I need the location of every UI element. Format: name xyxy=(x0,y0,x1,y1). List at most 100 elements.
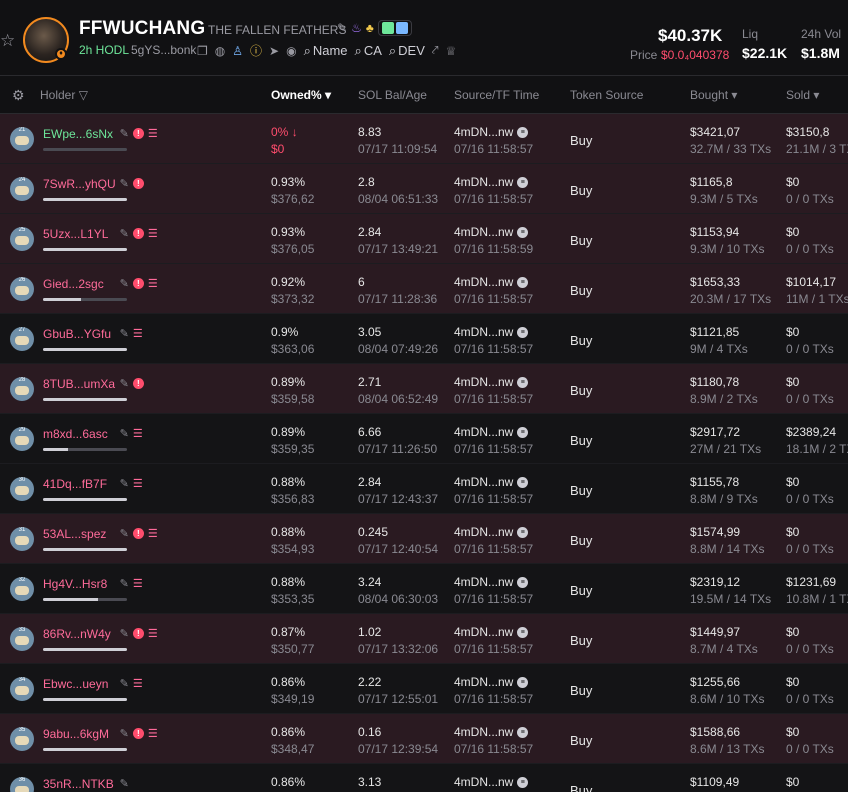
edit-icon[interactable]: ✎ xyxy=(120,477,129,490)
source-wallet[interactable]: 4mDN...nw ≡ xyxy=(454,675,529,689)
edit-icon[interactable]: ✎ xyxy=(120,777,129,790)
column-sold[interactable]: Sold ▾ xyxy=(786,88,819,102)
edit-icon[interactable]: ✎ xyxy=(120,177,129,190)
table-row[interactable]: 30 41Dq...fB7F ✎ ☰ 0.88% $356,83 2.84 07… xyxy=(0,464,848,514)
source-wallet[interactable]: 4mDN...nw ≡ xyxy=(454,125,529,139)
table-row[interactable]: 29 m8xd...6asc ✎ ☰ 0.89% $359,35 6.66 07… xyxy=(0,414,848,464)
sol-balance: 3.24 xyxy=(358,575,382,589)
holding-bar-fill xyxy=(43,298,81,301)
sort-icon: ▾ xyxy=(731,88,738,102)
edit-icon[interactable]: ✎ xyxy=(120,527,129,540)
liquidity-value: $22.1K xyxy=(742,45,788,61)
transfer-time: 07/16 11:58:57 xyxy=(454,742,534,756)
table-row[interactable]: 36 35nR...NTKB ✎ 0.86% 3.13 4mDN...nw ≡ B… xyxy=(0,764,848,792)
share-icon[interactable]: ⤤ xyxy=(432,43,439,58)
owned-usd: $356,83 xyxy=(271,492,315,506)
sol-balance: 3.13 xyxy=(358,775,382,789)
search-ca-link[interactable]: ⌕ CA xyxy=(355,43,382,59)
holder-address[interactable]: 8TUB...umXa xyxy=(43,377,115,391)
edit-icon[interactable]: ✎ xyxy=(120,627,129,640)
layers-icon: ☰ xyxy=(147,728,158,740)
edit-icon[interactable]: ✎ xyxy=(120,127,129,140)
holder-address[interactable]: Ebwc...ueyn xyxy=(43,677,108,691)
holder-address[interactable]: 9abu...6kgM xyxy=(43,727,109,741)
holder-address[interactable]: EWpe...6sNx xyxy=(43,127,113,141)
column-owned[interactable]: Owned% ▾ xyxy=(271,88,331,102)
source-wallet[interactable]: 4mDN...nw ≡ xyxy=(454,775,529,789)
search-dev-link[interactable]: ⌕ DEV xyxy=(389,43,425,59)
edit-icon[interactable]: ✎ xyxy=(120,227,129,240)
transfer-time: 07/16 11:58:57 xyxy=(454,542,534,556)
source-wallet[interactable]: 4mDN...nw ≡ xyxy=(454,425,529,439)
source-wallet[interactable]: 4mDN...nw ≡ xyxy=(454,625,529,639)
column-source[interactable]: Source/TF Time xyxy=(454,88,539,102)
holder-address[interactable]: GbuB...YGfu xyxy=(43,327,111,341)
edit-icon[interactable]: ✎ xyxy=(120,327,129,340)
edit-icon[interactable]: ✎ xyxy=(120,277,129,290)
source-wallet[interactable]: 4mDN...nw ≡ xyxy=(454,175,529,189)
sold-tx: 0 / 0 TXs xyxy=(786,492,834,506)
column-token-source[interactable]: Token Source xyxy=(570,88,643,102)
layers-icon: ☰ xyxy=(132,578,143,590)
filter-icon[interactable]: ▽ xyxy=(79,88,88,102)
column-bought[interactable]: Bought ▾ xyxy=(690,88,737,102)
edit-icon[interactable]: ✎ xyxy=(120,577,129,590)
table-row[interactable]: 28 8TUB...umXa ✎ ! 0.89% $359,58 2.71 08… xyxy=(0,364,848,414)
table-row[interactable]: 31 53AL...spez ✎ ! ☰ 0.88% $354,93 0.245… xyxy=(0,514,848,564)
crown-icon[interactable]: ♕ xyxy=(446,44,457,58)
contract-address[interactable]: 5gYS...bonk xyxy=(131,43,196,57)
check-icon xyxy=(395,22,408,34)
edit-icon[interactable]: ✎ xyxy=(120,377,129,390)
holder-address[interactable]: Hg4V...Hsr8 xyxy=(43,577,107,591)
table-row[interactable]: 21 EWpe...6sNx ✎ ! ☰ 0% ↓ $0 8.83 07/17 … xyxy=(0,114,848,164)
sold-tx: 0 / 0 TXs xyxy=(786,542,834,556)
holder-address[interactable]: m8xd...6asc xyxy=(43,427,108,441)
holder-address[interactable]: 7SwR...yhQU xyxy=(43,177,116,191)
holding-bar xyxy=(43,448,127,451)
table-row[interactable]: 25 5Uzx...L1YL ✎ ! ☰ 0.93% $376,05 2.84 … xyxy=(0,214,848,264)
star-icon[interactable]: ☆ xyxy=(0,31,15,51)
table-row[interactable]: 32 Hg4V...Hsr8 ✎ ☰ 0.88% $353,35 3.24 08… xyxy=(0,564,848,614)
holder-address[interactable]: 53AL...spez xyxy=(43,527,106,541)
source-wallet[interactable]: 4mDN...nw ≡ xyxy=(454,325,529,339)
table-row[interactable]: 35 9abu...6kgM ✎ ! ☰ 0.86% $348,47 0.16 … xyxy=(0,714,848,764)
edit-icon[interactable]: ✎ xyxy=(120,427,129,440)
warning-icon[interactable]: ⓘ xyxy=(250,42,262,59)
send-icon[interactable]: ➤ xyxy=(269,44,279,58)
user-icon[interactable]: ♙ xyxy=(232,44,243,58)
volume-label: 24h Vol xyxy=(801,27,842,41)
edit-icon[interactable]: ✎ xyxy=(120,677,129,690)
owned-usd: $353,35 xyxy=(271,592,315,606)
owned-usd: $349,19 xyxy=(271,692,315,706)
sold-usd: $0 xyxy=(786,375,800,389)
sol-balance: 2.84 xyxy=(358,225,382,239)
edit-icon[interactable]: ✎ xyxy=(337,21,347,35)
holder-address[interactable]: 35nR...NTKB xyxy=(43,777,114,791)
holder-address[interactable]: 5Uzx...L1YL xyxy=(43,227,108,241)
source-wallet[interactable]: 4mDN...nw ≡ xyxy=(454,275,529,289)
source-wallet[interactable]: 4mDN...nw ≡ xyxy=(454,475,529,489)
globe-icon[interactable]: ◍ xyxy=(215,44,225,58)
table-row[interactable]: 34 Ebwc...ueyn ✎ ☰ 0.86% $349,19 2.22 07… xyxy=(0,664,848,714)
table-row[interactable]: 26 Gied...2sgc ✎ ! ☰ 0.92% $373,32 6 07/… xyxy=(0,264,848,314)
source-wallet[interactable]: 4mDN...nw ≡ xyxy=(454,225,529,239)
column-holder[interactable]: Holder ▽ xyxy=(40,88,88,102)
source-wallet[interactable]: 4mDN...nw ≡ xyxy=(454,575,529,589)
table-row[interactable]: 24 7SwR...yhQU ✎ ! 0.93% $376,62 2.8 08/… xyxy=(0,164,848,214)
holder-address[interactable]: 86Rv...nW4y xyxy=(43,627,111,641)
column-sol-bal[interactable]: SOL Bal/Age xyxy=(358,88,427,102)
holder-address[interactable]: 41Dq...fB7F xyxy=(43,477,107,491)
holder-address[interactable]: Gied...2sgc xyxy=(43,277,104,291)
edit-icon[interactable]: ✎ xyxy=(120,727,129,740)
search-name-link[interactable]: ⌕ Name xyxy=(304,43,348,59)
table-row[interactable]: 33 86Rv...nW4y ✎ ! ☰ 0.87% $350,77 1.02 … xyxy=(0,614,848,664)
copy-icon[interactable]: ❐ xyxy=(197,44,208,58)
source-wallet[interactable]: 4mDN...nw ≡ xyxy=(454,525,529,539)
token-icon[interactable]: ◉ xyxy=(286,44,296,58)
source-wallet[interactable]: 4mDN...nw ≡ xyxy=(454,375,529,389)
sliders-icon[interactable]: ⚙ xyxy=(12,87,25,104)
source-wallet[interactable]: 4mDN...nw ≡ xyxy=(454,725,529,739)
exchange-icon: ≡ xyxy=(517,126,529,138)
bought-usd: $1153,94 xyxy=(690,225,740,239)
table-row[interactable]: 27 GbuB...YGfu ✎ ☰ 0.9% $363,06 3.05 08/… xyxy=(0,314,848,364)
